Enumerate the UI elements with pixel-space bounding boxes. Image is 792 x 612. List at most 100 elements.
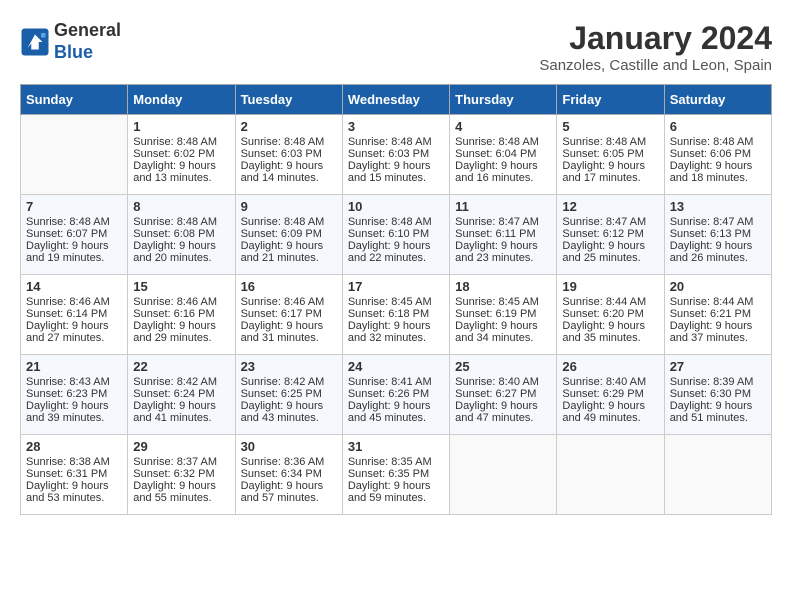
calendar-cell: 13Sunrise: 8:47 AMSunset: 6:13 PMDayligh… [664,195,771,275]
daylight-text: Daylight: 9 hours and 31 minutes. [241,320,337,344]
sunset-text: Sunset: 6:02 PM [133,148,229,160]
day-number: 16 [241,279,337,294]
sunrise-text: Sunrise: 8:42 AM [241,376,337,388]
sunrise-text: Sunrise: 8:46 AM [241,296,337,308]
sunrise-text: Sunrise: 8:42 AM [133,376,229,388]
sunset-text: Sunset: 6:17 PM [241,308,337,320]
calendar-body: 1 Sunrise: 8:48 AM Sunset: 6:02 PM Daylight… [21,115,772,515]
day-number: 31 [348,439,444,454]
calendar-cell: 10Sunrise: 8:48 AMSunset: 6:10 PMDayligh… [342,195,449,275]
calendar-cell: 11Sunrise: 8:47 AMSunset: 6:11 PMDayligh… [450,195,557,275]
daylight-text: Daylight: 9 hours and 47 minutes. [455,400,551,424]
calendar-cell: 28Sunrise: 8:38 AMSunset: 6:31 PMDayligh… [21,435,128,515]
calendar-cell: 18Sunrise: 8:45 AMSunset: 6:19 PMDayligh… [450,275,557,355]
calendar-cell [450,435,557,515]
calendar-cell: 7Sunrise: 8:48 AMSunset: 6:07 PMDaylight… [21,195,128,275]
day-number: 21 [26,359,122,374]
calendar-week-row: 1 Sunrise: 8:48 AM Sunset: 6:02 PM Daylight… [21,115,772,195]
sunset-text: Sunset: 6:32 PM [133,468,229,480]
day-number: 18 [455,279,551,294]
day-number: 4 [455,119,551,134]
sunset-text: Sunset: 6:26 PM [348,388,444,400]
calendar-week-row: 21Sunrise: 8:43 AMSunset: 6:23 PMDayligh… [21,355,772,435]
calendar-header-row: SundayMondayTuesdayWednesdayThursdayFrid… [21,85,772,115]
sunset-text: Sunset: 6:04 PM [455,148,551,160]
calendar-cell: 26Sunrise: 8:40 AMSunset: 6:29 PMDayligh… [557,355,664,435]
calendar-cell [664,435,771,515]
calendar-header-saturday: Saturday [664,85,771,115]
sunset-text: Sunset: 6:09 PM [241,228,337,240]
calendar-cell: 19Sunrise: 8:44 AMSunset: 6:20 PMDayligh… [557,275,664,355]
sunset-text: Sunset: 6:11 PM [455,228,551,240]
day-number: 11 [455,199,551,214]
sunset-text: Sunset: 6:18 PM [348,308,444,320]
calendar-cell: 25Sunrise: 8:40 AMSunset: 6:27 PMDayligh… [450,355,557,435]
sunset-text: Sunset: 6:16 PM [133,308,229,320]
sunrise-text: Sunrise: 8:48 AM [348,216,444,228]
day-number: 12 [562,199,658,214]
calendar-header-monday: Monday [128,85,235,115]
calendar-cell: 30Sunrise: 8:36 AMSunset: 6:34 PMDayligh… [235,435,342,515]
calendar-cell [557,435,664,515]
calendar-cell [21,115,128,195]
sunrise-text: Sunrise: 8:41 AM [348,376,444,388]
sunrise-text: Sunrise: 8:36 AM [241,456,337,468]
calendar-cell: 3Sunrise: 8:48 AMSunset: 6:03 PMDaylight… [342,115,449,195]
sunset-text: Sunset: 6:06 PM [670,148,766,160]
day-number: 15 [133,279,229,294]
calendar-cell: 15Sunrise: 8:46 AMSunset: 6:16 PMDayligh… [128,275,235,355]
sunrise-text: Sunrise: 8:48 AM [26,216,122,228]
calendar-header-wednesday: Wednesday [342,85,449,115]
calendar-cell: 23 Sunrise: 8:42 AMSunset: 6:25 PMDayligh… [235,355,342,435]
sunrise-text: Sunrise: 8:48 AM [348,136,444,148]
location: Sanzoles, Castille and Leon, Spain [539,57,772,74]
sunrise-text: Sunrise: 8:39 AM [670,376,766,388]
day-number: 19 [562,279,658,294]
sunrise-text: Sunrise: 8:35 AM [348,456,444,468]
sunrise-text: Sunrise: 8:48 AM [133,216,229,228]
calendar-header-thursday: Thursday [450,85,557,115]
sunset-text: Sunset: 6:31 PM [26,468,122,480]
page-header: General Blue January 2024 Sanzoles, Cast… [20,20,772,74]
sunset-text: Sunset: 6:10 PM [348,228,444,240]
day-number: 2 [241,119,337,134]
daylight-text: Daylight: 9 hours and 51 minutes. [670,400,766,424]
sunrise-text: Sunrise: 8:45 AM [455,296,551,308]
sunset-text: Sunset: 6:30 PM [670,388,766,400]
day-number: 8 [133,199,229,214]
daylight-text: Daylight: 9 hours and 15 minutes. [348,160,444,184]
calendar-header-tuesday: Tuesday [235,85,342,115]
day-number: 23 [241,359,337,374]
calendar-week-row: 28Sunrise: 8:38 AMSunset: 6:31 PMDayligh… [21,435,772,515]
sunrise-text: Sunrise: 8:44 AM [670,296,766,308]
sunrise-text: Sunrise: 8:43 AM [26,376,122,388]
sunset-text: Sunset: 6:25 PM [241,388,337,400]
title-area: January 2024 Sanzoles, Castille and Leon… [539,20,772,74]
sunrise-text: Sunrise: 8:48 AM [241,136,337,148]
day-number: 27 [670,359,766,374]
calendar-cell: 16 Sunrise: 8:46 AMSunset: 6:17 PMDayligh… [235,275,342,355]
calendar-cell: 2Sunrise: 8:48 AMSunset: 6:03 PMDaylight… [235,115,342,195]
calendar-cell: 17Sunrise: 8:45 AMSunset: 6:18 PMDayligh… [342,275,449,355]
day-number: 6 [670,119,766,134]
calendar-week-row: 14Sunrise: 8:46 AMSunset: 6:14 PMDayligh… [21,275,772,355]
daylight-text: Daylight: 9 hours and 18 minutes. [670,160,766,184]
daylight-text: Daylight: 9 hours and 55 minutes. [133,480,229,504]
calendar-cell: 14Sunrise: 8:46 AMSunset: 6:14 PMDayligh… [21,275,128,355]
day-number: 13 [670,199,766,214]
day-number: 26 [562,359,658,374]
sunset-text: Sunset: 6:12 PM [562,228,658,240]
sunset-text: Sunset: 6:27 PM [455,388,551,400]
sunset-text: Sunset: 6:03 PM [241,148,337,160]
day-number: 3 [348,119,444,134]
sunrise-text: Sunrise: 8:46 AM [26,296,122,308]
sunrise-text: Sunrise: 8:47 AM [670,216,766,228]
sunset-text: Sunset: 6:14 PM [26,308,122,320]
sunset-text: Sunset: 6:35 PM [348,468,444,480]
sunrise-text: Sunrise: 8:47 AM [562,216,658,228]
day-number: 1 [133,119,229,134]
daylight-text: Daylight: 9 hours and 20 minutes. [133,240,229,264]
sunrise-text: Sunrise: 8:48 AM [562,136,658,148]
daylight-text: Daylight: 9 hours and 43 minutes. [241,400,337,424]
daylight-text: Daylight: 9 hours and 32 minutes. [348,320,444,344]
